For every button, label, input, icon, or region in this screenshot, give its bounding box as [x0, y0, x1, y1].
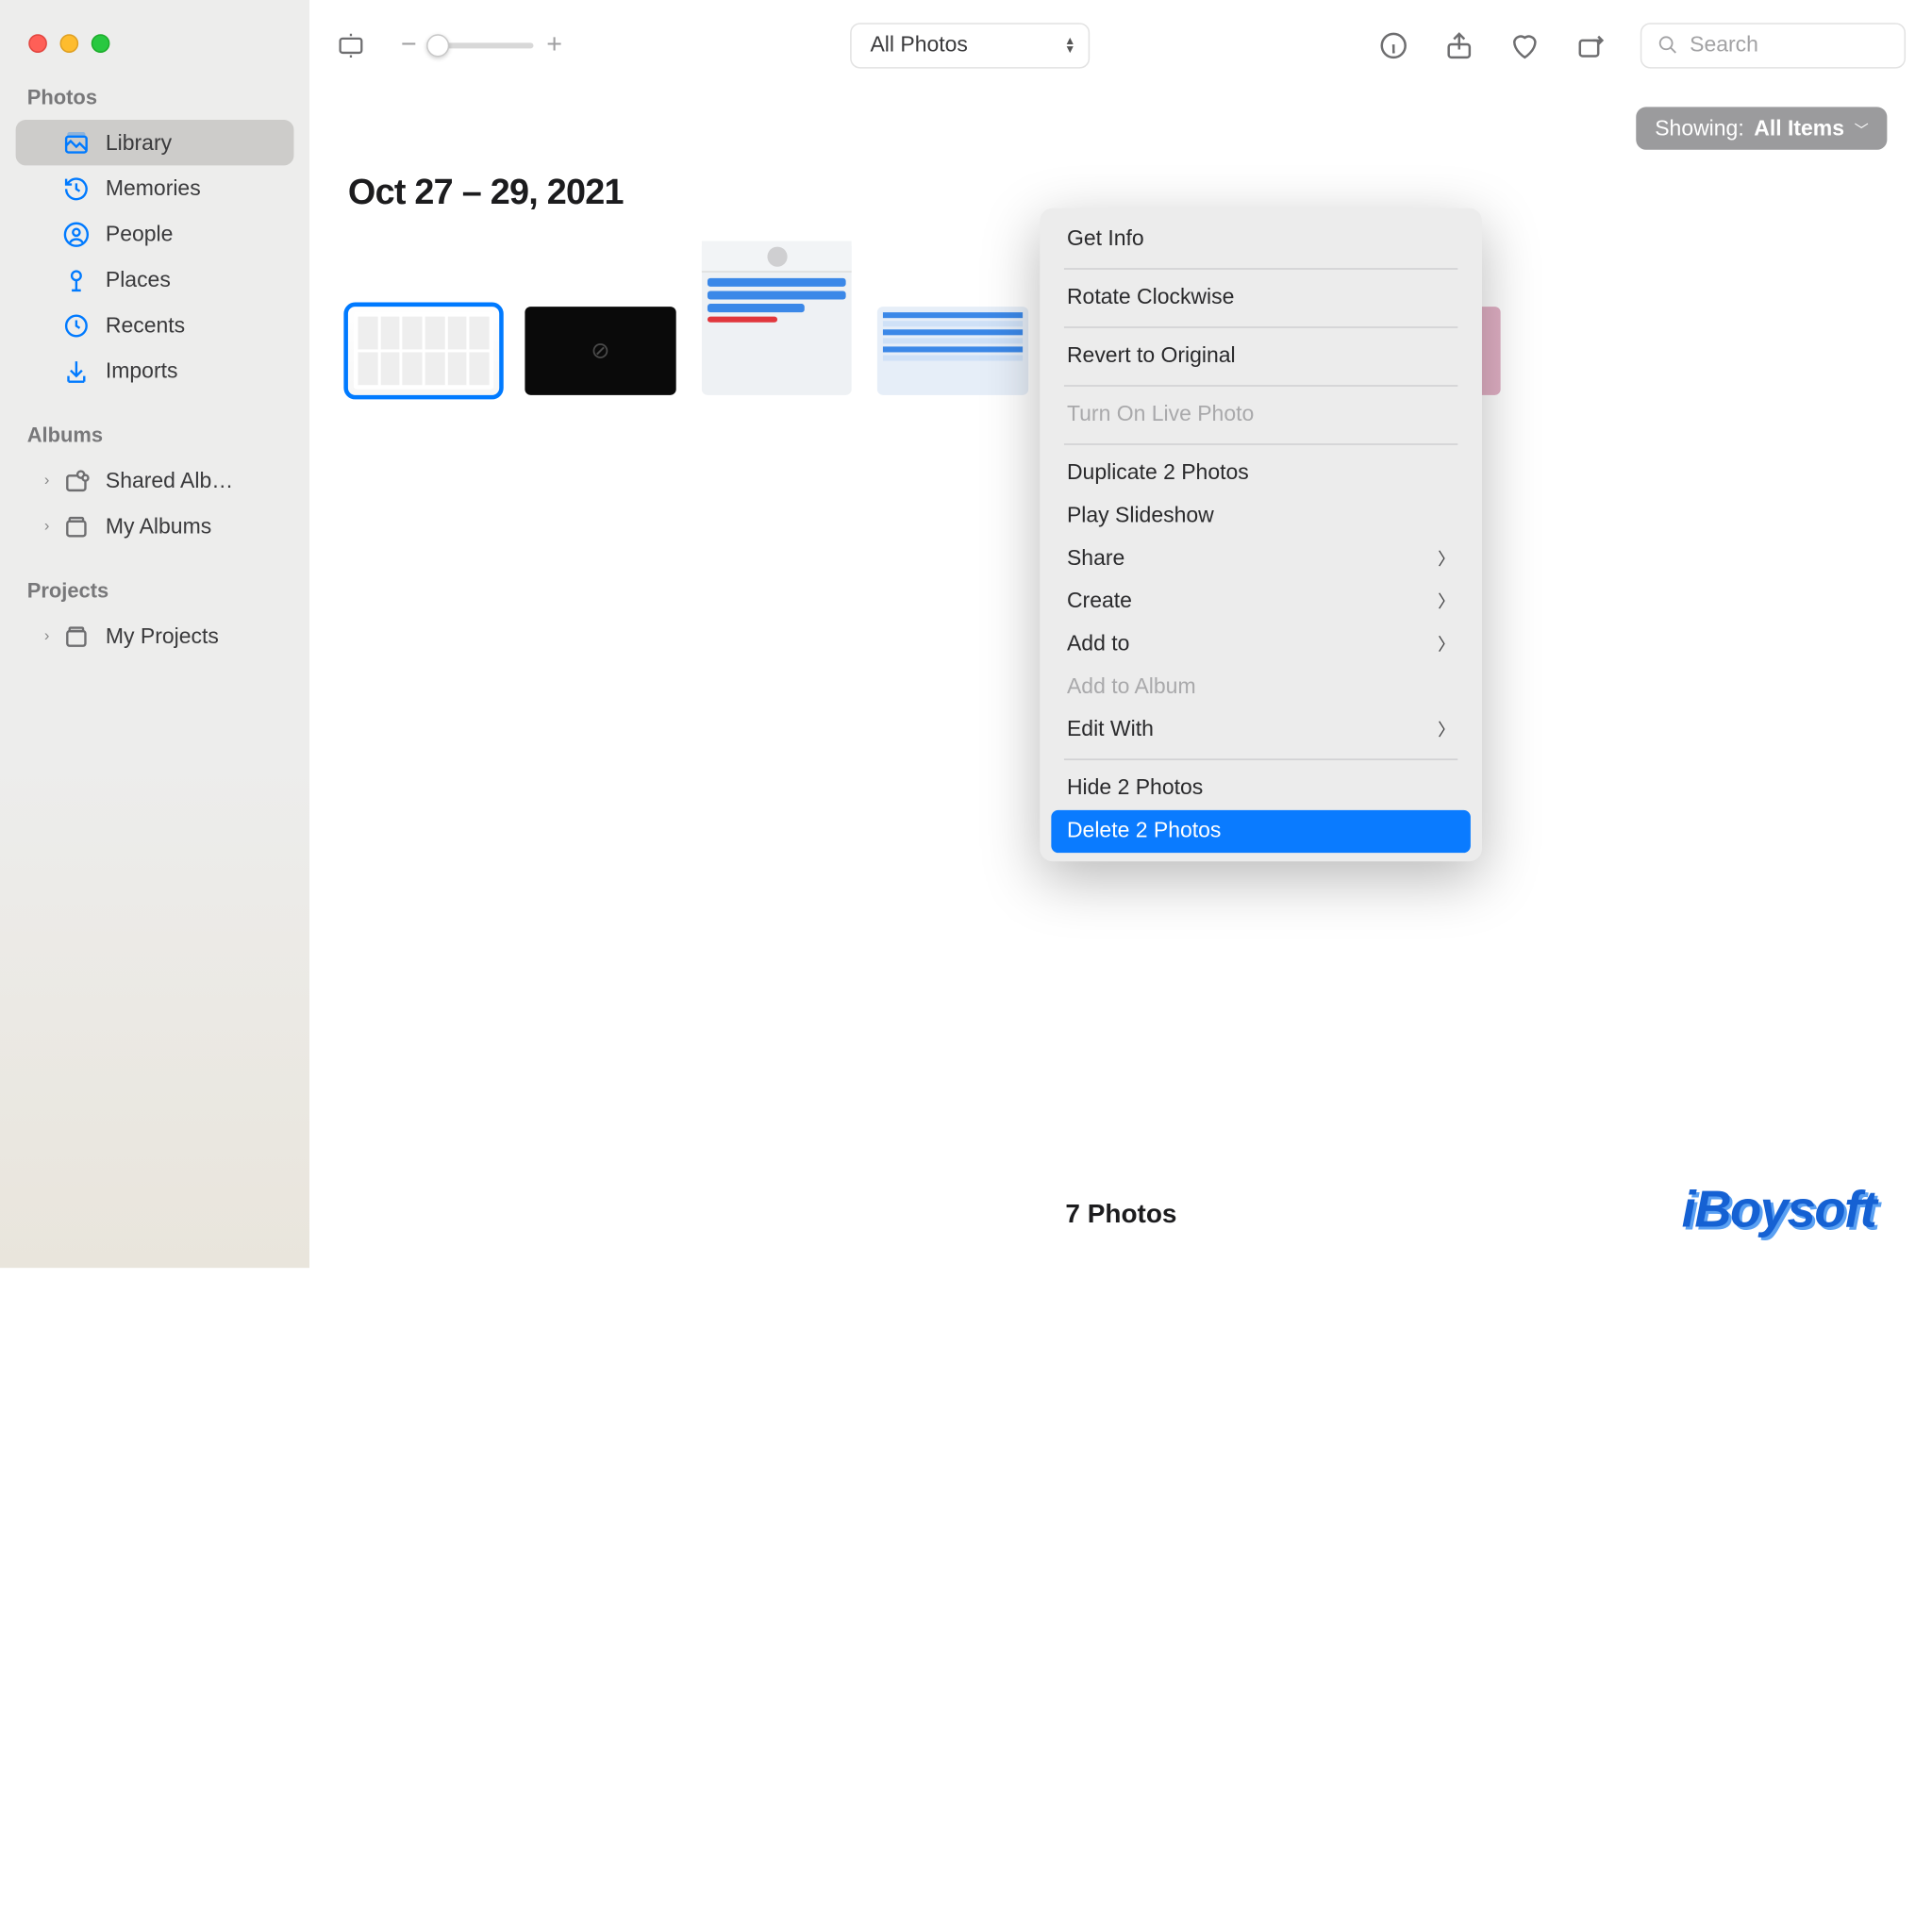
chevron-right-icon[interactable]: › [44, 472, 67, 489]
zoom-slider[interactable]: − + [401, 29, 562, 60]
search-icon [1657, 33, 1678, 58]
sidebar-section-photos: Photos [0, 87, 309, 120]
person-circle-icon [63, 221, 91, 248]
chevron-right-icon: 〉 [1438, 589, 1455, 613]
sidebar-item-memories[interactable]: Memories [16, 165, 294, 210]
menu-item-delete[interactable]: Delete 2 Photos [1051, 809, 1471, 852]
toolbar-center: All Photos ▲▼ [581, 22, 1359, 67]
photo-thumbnail[interactable]: ⊘ [525, 307, 675, 395]
clock-icon [63, 311, 91, 339]
context-menu: Get Info Rotate Clockwise Revert to Orig… [1040, 208, 1482, 861]
menu-item-revert[interactable]: Revert to Original [1051, 335, 1471, 377]
sidebar-item-my-albums[interactable]: › My Albums [16, 504, 294, 549]
chevron-right-icon[interactable]: › [44, 627, 67, 644]
toolbar-left: − + [337, 29, 562, 60]
photo-thumbnail[interactable] [702, 241, 852, 395]
menu-separator [1064, 325, 1457, 327]
sidebar-item-label: People [106, 222, 174, 246]
minimize-window-button[interactable] [60, 34, 79, 53]
menu-item-add-to-album: Add to Album [1051, 665, 1471, 707]
maximize-window-button[interactable] [92, 34, 110, 53]
chevron-right-icon[interactable]: › [44, 518, 67, 535]
menu-item-live-photo: Turn On Live Photo [1051, 393, 1471, 436]
share-icon[interactable] [1443, 29, 1474, 60]
sidebar-section-albums: Albums [0, 393, 309, 457]
view-selector[interactable]: All Photos ▲▼ [850, 22, 1090, 67]
main-area: − + All Photos ▲▼ [309, 0, 1932, 1268]
menu-separator [1064, 384, 1457, 386]
showing-filter[interactable]: Showing: All Items ﹀ [1637, 107, 1888, 149]
favorite-icon[interactable] [1509, 29, 1541, 60]
close-window-button[interactable] [28, 34, 47, 53]
showing-value: All Items [1754, 116, 1844, 141]
sidebar-item-label: Recents [106, 313, 185, 338]
sidebar-item-label: Library [106, 130, 172, 155]
view-selector-label: All Photos [870, 33, 967, 58]
menu-separator [1064, 442, 1457, 444]
zoom-out-icon[interactable]: − [401, 29, 417, 60]
search-field[interactable] [1641, 22, 1906, 67]
sidebar-item-label: My Projects [106, 624, 219, 649]
menu-separator [1064, 758, 1457, 760]
sidebar-item-library[interactable]: Library [16, 120, 294, 165]
download-icon [63, 357, 91, 385]
chevron-right-icon: 〉 [1438, 632, 1455, 656]
sidebar-item-label: Places [106, 268, 171, 292]
menu-item-slideshow[interactable]: Play Slideshow [1051, 494, 1471, 537]
search-input[interactable] [1690, 33, 1889, 58]
sidebar-item-label: Shared Alb… [106, 469, 233, 493]
pin-icon [63, 266, 91, 293]
photo-thumbnail[interactable] [877, 307, 1028, 395]
menu-separator [1064, 268, 1457, 270]
aspect-toggle-icon[interactable] [337, 31, 365, 59]
menu-item-rotate[interactable]: Rotate Clockwise [1051, 276, 1471, 319]
menu-item-add-to[interactable]: Add to〉 [1051, 623, 1471, 665]
menu-item-duplicate[interactable]: Duplicate 2 Photos [1051, 452, 1471, 494]
photo-thumbnail[interactable] [348, 307, 499, 395]
info-icon[interactable] [1378, 29, 1409, 60]
chevron-down-icon: ﹀ [1855, 118, 1869, 140]
updown-icon: ▲▼ [1064, 37, 1075, 54]
menu-item-hide[interactable]: Hide 2 Photos [1051, 767, 1471, 809]
sidebar-item-my-projects[interactable]: › My Projects [16, 613, 294, 658]
clock-back-icon [63, 174, 91, 202]
chevron-right-icon: 〉 [1438, 546, 1455, 571]
sidebar-item-label: My Albums [106, 514, 211, 539]
sidebar-item-recents[interactable]: Recents [16, 303, 294, 348]
menu-item-create[interactable]: Create〉 [1051, 580, 1471, 623]
sidebar-section-projects: Projects [0, 549, 309, 613]
library-icon [63, 129, 91, 157]
chevron-right-icon: 〉 [1438, 718, 1455, 742]
watermark: iBoysoft [1682, 1179, 1876, 1239]
zoom-in-icon[interactable]: + [546, 29, 562, 60]
slider-track[interactable] [429, 42, 533, 48]
menu-item-share[interactable]: Share〉 [1051, 537, 1471, 579]
sidebar-item-imports[interactable]: Imports [16, 348, 294, 393]
sidebar-item-label: Imports [106, 358, 178, 383]
menu-item-get-info[interactable]: Get Info [1051, 218, 1471, 260]
sidebar-item-label: Memories [106, 176, 201, 201]
rotate-icon[interactable] [1574, 29, 1606, 60]
window-controls [0, 23, 309, 87]
showing-label: Showing: [1655, 116, 1743, 141]
slider-thumb[interactable] [426, 34, 449, 57]
toolbar-right [1378, 22, 1906, 67]
toolbar: − + All Photos ▲▼ [309, 0, 1932, 91]
sidebar-item-shared-albums[interactable]: › Shared Alb… [16, 457, 294, 503]
sidebar-item-places[interactable]: Places [16, 257, 294, 302]
menu-item-edit-with[interactable]: Edit With〉 [1051, 708, 1471, 751]
sidebar: Photos Library Memories People [0, 0, 309, 1268]
sidebar-item-people[interactable]: People [16, 211, 294, 257]
